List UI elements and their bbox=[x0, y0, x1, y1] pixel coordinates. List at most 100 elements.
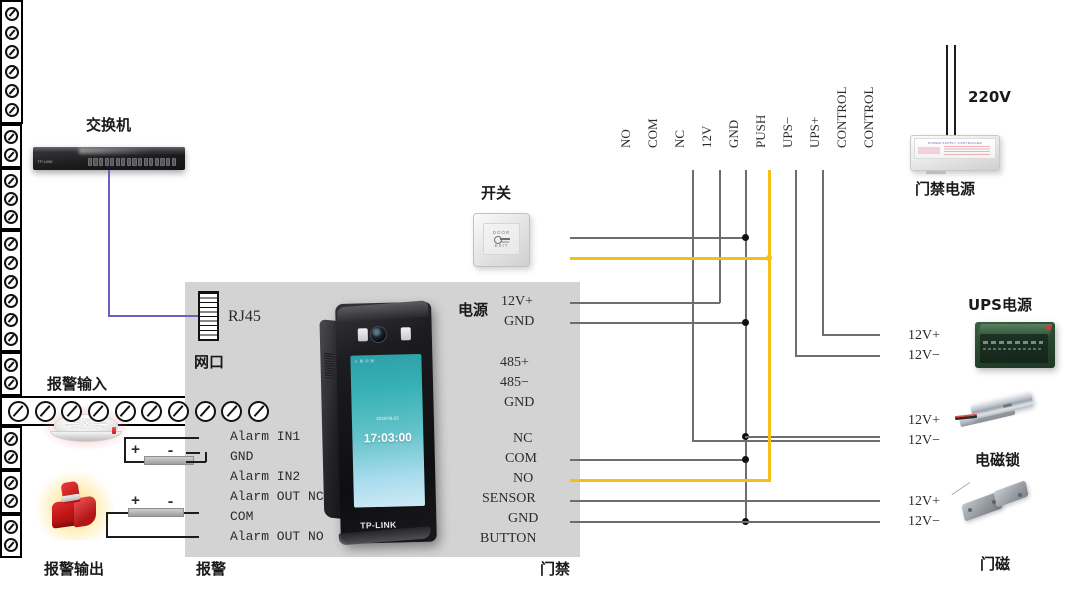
contact-screw-2 bbox=[4, 538, 18, 552]
switch-ports bbox=[87, 158, 176, 167]
access-screw-5 bbox=[4, 312, 18, 327]
block-screw-7 bbox=[167, 400, 189, 422]
junction-gnd-panel bbox=[742, 319, 749, 326]
access-power-label: 门禁电源 bbox=[915, 180, 976, 198]
block-terminal-label-7: UPS− bbox=[780, 116, 795, 148]
smoke-wire-to-gnd bbox=[186, 452, 200, 454]
siren-wire-top bbox=[184, 512, 199, 514]
power-group-label: 电源 bbox=[458, 301, 489, 319]
junction-gnd-com bbox=[742, 456, 749, 463]
rs485-terminal-label-2: 485− bbox=[500, 375, 529, 390]
lock-terminal-strip bbox=[0, 470, 22, 514]
wire-push-to-exit-switch bbox=[570, 257, 770, 260]
smoke-wire-rise bbox=[205, 452, 207, 462]
lock-terminal-label-1: 12V+ bbox=[908, 413, 941, 428]
mains-voltage-label: 220V bbox=[968, 88, 1011, 106]
alarm-terminal-label-1: Alarm IN1 bbox=[230, 429, 301, 444]
rs485-terminal-label-1: 485+ bbox=[500, 355, 529, 370]
contact-terminal-strip bbox=[0, 514, 22, 558]
alarm-group-label: 报警 bbox=[196, 560, 227, 578]
junction-gnd-exit bbox=[742, 234, 749, 241]
door-contact-label: 门磁 bbox=[980, 555, 1011, 573]
alarm-screw-6 bbox=[4, 103, 19, 118]
wire-sensor-to-contact bbox=[570, 500, 880, 502]
network-cable-horizontal bbox=[108, 315, 200, 318]
wire-gnd-to-panel-gnd bbox=[570, 322, 746, 324]
block-screw-8 bbox=[194, 400, 216, 422]
network-cable-vertical bbox=[108, 170, 111, 315]
block-terminal-label-1: NO bbox=[618, 129, 633, 148]
alarm-siren bbox=[36, 471, 114, 540]
block-terminal-label-4: 12V bbox=[699, 125, 714, 148]
block-screw-6 bbox=[141, 400, 163, 422]
access-terminal-label-2: COM bbox=[505, 451, 537, 466]
ups-label: UPS电源 bbox=[968, 296, 1032, 314]
ups-terminal-strip bbox=[0, 426, 22, 470]
access-screw-6 bbox=[4, 331, 18, 346]
wire-ups-minus-vertical bbox=[795, 170, 797, 356]
siren-plus-sign: + bbox=[131, 493, 141, 510]
block-screw-10 bbox=[248, 400, 270, 422]
alarm-output-label: 报警输出 bbox=[44, 560, 105, 578]
power-terminal-strip bbox=[0, 124, 22, 168]
power-terminal-label-2: GND bbox=[504, 314, 535, 329]
block-screw-2 bbox=[34, 400, 56, 422]
face-recognition-terminal: 人脸识别 2019-09-23 17:03:00 TP-LINK bbox=[319, 300, 437, 546]
network-port-label: 网口 bbox=[194, 353, 225, 371]
exit-switch-label: 开关 bbox=[481, 184, 512, 202]
network-switch-label: 交换机 bbox=[86, 116, 132, 134]
alarm-screw-2 bbox=[4, 25, 19, 40]
alarm-terminal-label-4: Alarm OUT NC bbox=[230, 489, 324, 504]
junction-push-exit bbox=[766, 255, 772, 261]
wire-ups-plus-to-terminal bbox=[822, 334, 880, 336]
siren-wire-left-stub bbox=[106, 512, 128, 514]
wire-push-vertical bbox=[768, 170, 771, 482]
alarm-screw-3 bbox=[4, 45, 19, 60]
rj45-port bbox=[198, 291, 219, 341]
access-terminal-label-1: NC bbox=[513, 431, 533, 446]
ups-battery bbox=[975, 322, 1055, 368]
em-lock-label: 电磁锁 bbox=[975, 451, 1021, 469]
smoke-plus-sign: + bbox=[131, 442, 141, 459]
block-terminal-label-5: GND bbox=[726, 119, 741, 148]
wire-gnd-lock-branch bbox=[745, 436, 880, 438]
rj45-label: RJ45 bbox=[228, 308, 261, 325]
ups-screw-2 bbox=[4, 450, 18, 464]
wire-gnd-contact-branch bbox=[745, 521, 880, 523]
exit-screw-2 bbox=[4, 376, 18, 390]
access-terminal-label-4: SENSOR bbox=[482, 491, 536, 506]
alarm-terminal-label-3: Alarm IN2 bbox=[230, 469, 301, 484]
lock-screw-2 bbox=[4, 494, 18, 508]
access-screw-2 bbox=[4, 255, 18, 270]
contact-terminal-label-2: 12V− bbox=[908, 514, 941, 529]
block-terminal-label-2: COM bbox=[645, 118, 660, 148]
block-terminal-label-3: NC bbox=[672, 129, 687, 148]
wire-gnd-to-access-com bbox=[570, 459, 746, 461]
device-screen: 人脸识别 2019-09-23 17:03:00 bbox=[350, 353, 426, 508]
wire-access-gnd-run bbox=[570, 521, 746, 523]
rs485-screw-3 bbox=[4, 210, 18, 224]
alarm-input-label: 报警输入 bbox=[47, 375, 108, 393]
wire-nc-vertical bbox=[692, 170, 694, 441]
lock-screw-1 bbox=[4, 476, 18, 490]
rs485-terminal-label-3: GND bbox=[504, 395, 535, 410]
access-power-supply: POWER SUPPLY CONTROLLER bbox=[910, 125, 1000, 175]
access-screw-1 bbox=[4, 236, 18, 251]
wire-access-com-stub bbox=[570, 459, 590, 461]
access-terminal-label-5: GND bbox=[508, 511, 539, 526]
exit-button-top-text: DOOR bbox=[492, 230, 511, 235]
screen-clock: 17:03:00 bbox=[363, 430, 413, 446]
exit-switch-terminal-strip bbox=[0, 352, 22, 396]
contact-terminal-label-1: 12V+ bbox=[908, 494, 941, 509]
access-group-label: 门禁 bbox=[540, 560, 571, 578]
block-terminal-label-6: PUSH bbox=[753, 114, 768, 148]
wire-gnd-to-exit-switch bbox=[570, 237, 746, 239]
smoke-wire-top bbox=[124, 437, 199, 439]
block-screw-3 bbox=[61, 400, 83, 422]
alarm-terminal-label-6: Alarm OUT NO bbox=[230, 529, 324, 544]
wire-ups-plus-vertical bbox=[822, 170, 824, 335]
access-terminal-strip bbox=[0, 230, 22, 352]
block-screw-4 bbox=[87, 400, 109, 422]
rs485-screw-2 bbox=[4, 192, 18, 206]
exit-button[interactable]: DOOR EXIT bbox=[473, 213, 530, 267]
